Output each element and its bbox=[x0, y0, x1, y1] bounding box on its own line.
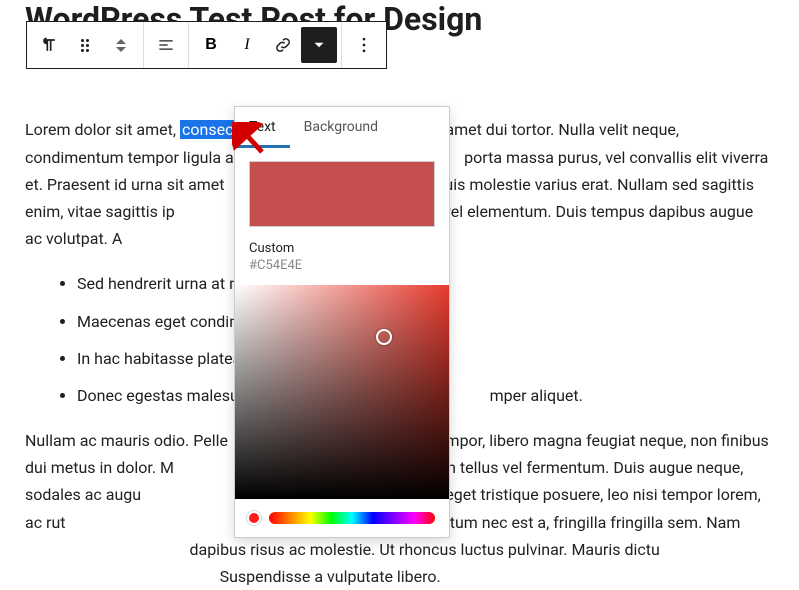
drag-handle-icon[interactable] bbox=[67, 27, 103, 63]
italic-icon[interactable]: I bbox=[229, 27, 265, 63]
align-icon[interactable] bbox=[148, 27, 184, 63]
bold-icon[interactable]: B bbox=[193, 27, 229, 63]
tab-background[interactable]: Background bbox=[290, 107, 392, 148]
hue-thumb-icon[interactable] bbox=[247, 511, 261, 525]
more-formatting-icon[interactable] bbox=[301, 27, 337, 63]
color-tabs: Text Background bbox=[235, 107, 449, 149]
paragraph-block-icon[interactable] bbox=[31, 27, 67, 63]
block-mover-icon[interactable] bbox=[103, 27, 139, 63]
block-toolbar: B I bbox=[26, 21, 387, 69]
tab-text[interactable]: Text bbox=[235, 107, 290, 148]
custom-label: Custom bbox=[249, 241, 435, 256]
saturation-field[interactable] bbox=[235, 285, 449, 499]
link-icon[interactable] bbox=[265, 27, 301, 63]
hue-slider[interactable] bbox=[269, 512, 435, 524]
current-color-swatch[interactable] bbox=[249, 161, 435, 227]
text-run: Suspendisse a vulputate libero. bbox=[220, 567, 441, 586]
hex-value: #C54E4E bbox=[249, 258, 302, 273]
highlight-color-popover: Text Background Custom #C54E4E bbox=[234, 106, 450, 538]
options-icon[interactable] bbox=[346, 27, 382, 63]
text-run: Lorem dolor sit amet, bbox=[25, 120, 180, 139]
saturation-thumb-icon[interactable] bbox=[376, 329, 392, 345]
text-run: dapibus risus ac molestie. Ut rhoncus lu… bbox=[189, 540, 659, 559]
text-run: Nullam ac mauris odio. Pelle bbox=[25, 431, 228, 450]
